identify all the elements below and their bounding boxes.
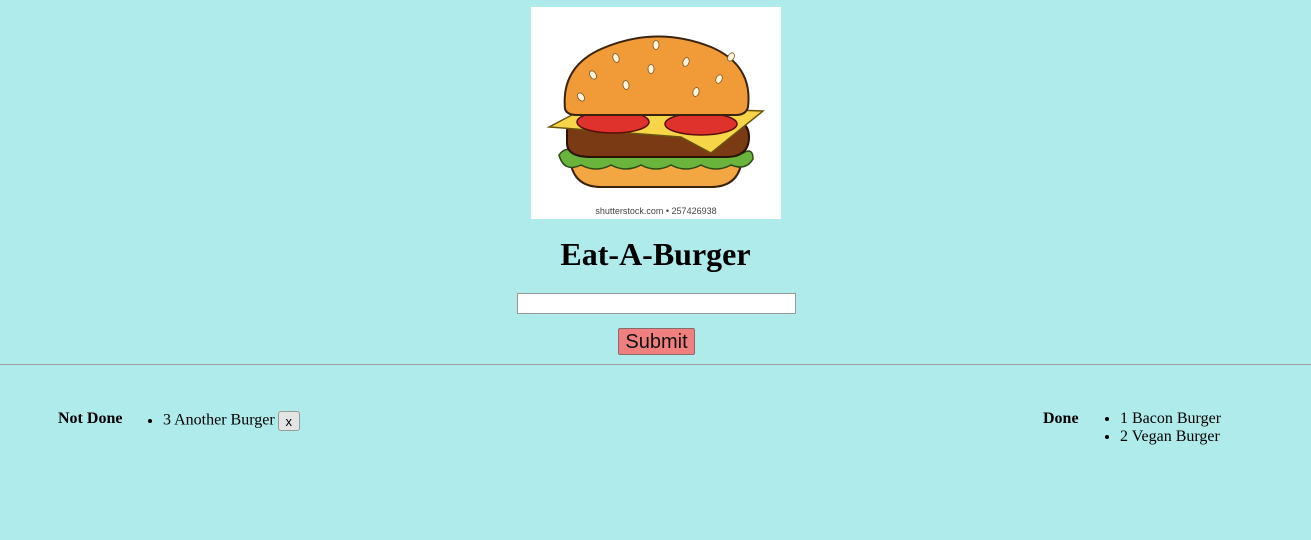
page-title: Eat-A-Burger	[560, 236, 751, 272]
burger-item-text: 2 Vegan Burger	[1120, 428, 1220, 445]
not-done-list: 3 Another Burgerx	[143, 411, 300, 431]
not-done-label: Not Done	[58, 410, 123, 427]
submit-button[interactable]: Submit	[618, 328, 695, 355]
burger-item-text: 3 Another Burger	[163, 411, 275, 429]
list-item: 3 Another Burgerx	[163, 411, 300, 431]
devour-button[interactable]: x	[277, 411, 300, 431]
hamburger-icon	[546, 35, 766, 188]
burger-name-input[interactable]	[517, 293, 796, 314]
divider	[0, 364, 1311, 365]
done-label: Done	[1043, 410, 1079, 427]
page: shutterstock.com • 257426938 Eat-A-Burge…	[0, 0, 1311, 540]
burger-item-text: 1 Bacon Burger	[1120, 410, 1222, 427]
burger-logo-image: shutterstock.com • 257426938	[531, 7, 781, 219]
image-credit: shutterstock.com • 257426938	[595, 206, 717, 216]
done-list: 1 Bacon Burger 2 Vegan Burger	[1100, 410, 1221, 446]
list-item: 2 Vegan Burger	[1120, 428, 1221, 446]
list-item: 1 Bacon Burger	[1120, 410, 1221, 428]
